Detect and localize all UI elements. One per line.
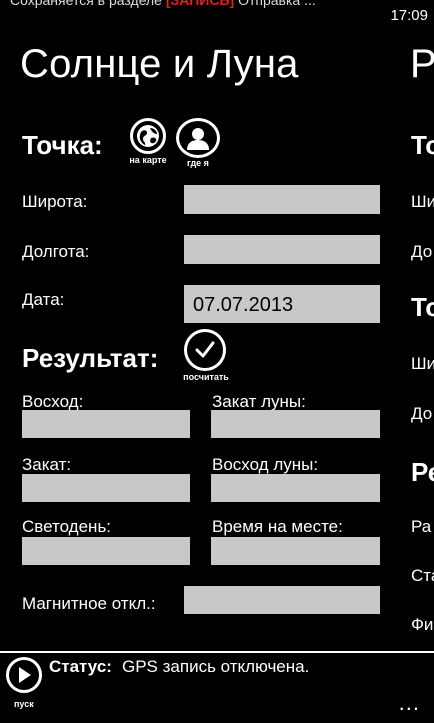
where-am-i-button[interactable]: где я	[176, 118, 220, 168]
globe-icon	[130, 118, 166, 154]
local-time-value[interactable]	[211, 537, 380, 565]
local-time-label: Время на месте:	[212, 517, 343, 536]
moonrise-label: Восход луны:	[212, 455, 319, 474]
status-text: GPS запись отключена.	[122, 657, 310, 676]
start-button[interactable]	[6, 657, 42, 693]
longitude-label: Долгота:	[22, 242, 90, 261]
peek-label-7: Фи	[411, 615, 434, 634]
sunset-label: Закат:	[22, 455, 72, 474]
moonrise-value[interactable]	[211, 474, 380, 502]
peek-label-1: Ши	[411, 192, 434, 211]
peek-label-4: До	[411, 404, 433, 423]
peek-label-3: Ши	[411, 354, 434, 373]
date-label: Дата:	[22, 290, 65, 309]
clock: 17:09	[390, 7, 428, 24]
start-caption: пуск	[14, 699, 34, 709]
latitude-input[interactable]	[184, 185, 380, 214]
sunset-value[interactable]	[22, 474, 190, 502]
next-page-title-peek[interactable]: Р	[410, 42, 434, 87]
status-label: Статус:	[49, 657, 112, 676]
sunrise-label: Восход:	[22, 392, 84, 411]
moonset-label: Закат луны:	[212, 392, 306, 411]
longitude-input[interactable]	[184, 235, 380, 264]
calculate-button[interactable]: посчитать	[180, 329, 232, 382]
play-icon	[19, 667, 31, 683]
magnetic-declination-value[interactable]	[184, 586, 380, 614]
peek-label-2: До	[411, 242, 433, 261]
person-icon	[176, 118, 220, 158]
daylight-label: Светодень:	[22, 517, 112, 536]
ticker-highlight: [ЗАПИСЬ]	[165, 0, 235, 8]
point-heading: Точка:	[22, 130, 103, 160]
moonset-value[interactable]	[211, 410, 380, 438]
peek-heading-2: То	[411, 292, 434, 322]
more-menu-button[interactable]: ...	[399, 690, 420, 716]
checkmark-icon	[184, 329, 226, 371]
ticker-text-end: Отправка ...	[234, 0, 316, 8]
on-map-caption: на карте	[129, 155, 167, 165]
page-title: Солнце и Луна	[20, 42, 299, 86]
on-map-button[interactable]: на карте	[127, 118, 169, 165]
ticker-text: Сохраняется в разделе	[10, 0, 166, 8]
peek-heading-1: То	[411, 130, 434, 160]
peek-heading-3: Ре	[411, 457, 434, 487]
result-heading: Результат:	[22, 343, 159, 373]
magnetic-declination-label: Магнитное откл.:	[22, 594, 156, 613]
calculate-caption: посчитать	[183, 372, 229, 382]
date-input[interactable]: 07.07.2013	[184, 285, 380, 323]
sunrise-value[interactable]	[22, 410, 190, 438]
notification-ticker: Сохраняется в разделе [ЗАПИСЬ] Отправка …	[10, 0, 370, 8]
daylight-value[interactable]	[22, 537, 190, 565]
where-am-i-caption: где я	[187, 158, 209, 168]
latitude-label: Широта:	[22, 192, 88, 211]
bottom-divider	[0, 651, 434, 653]
peek-label-5: Ра	[411, 517, 432, 536]
peek-label-6: Ста	[411, 566, 434, 585]
